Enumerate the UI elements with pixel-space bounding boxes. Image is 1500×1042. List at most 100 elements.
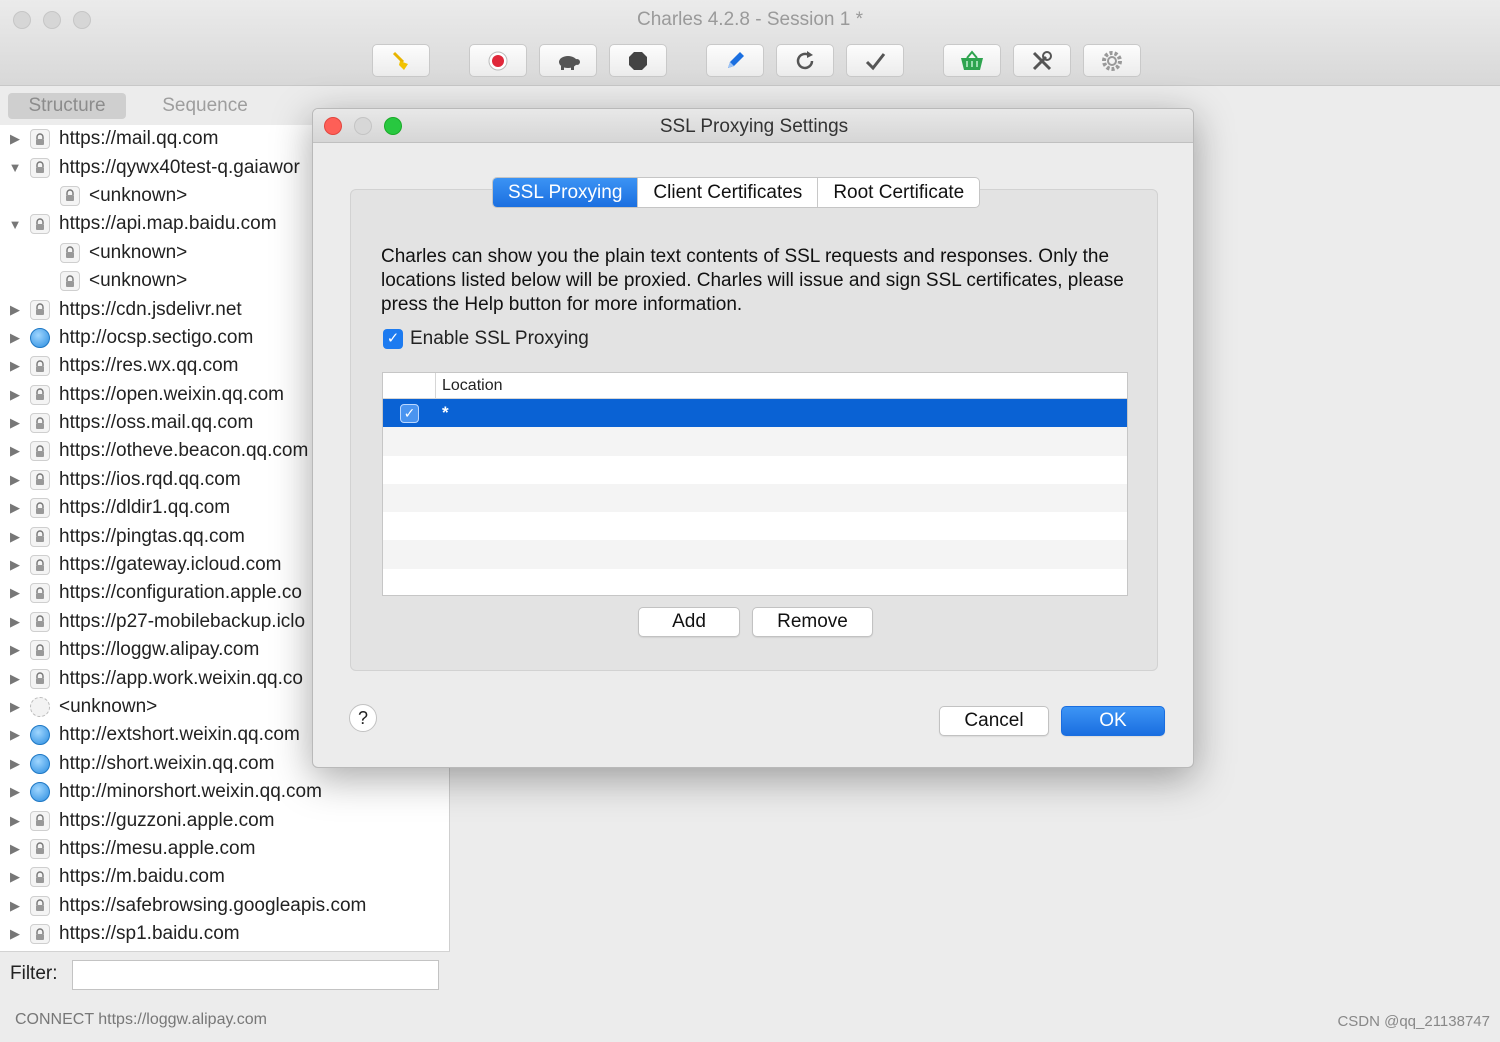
disclosure-collapsed-icon[interactable]: ▶ (0, 727, 30, 743)
disclosure-collapsed-icon[interactable]: ▶ (0, 330, 30, 346)
tree-host-row[interactable]: ▶ https://m.baidu.com (0, 863, 450, 891)
lock-icon (30, 214, 50, 235)
ssl-proxying-settings-dialog: SSL Proxying Settings SSL Proxying Clien… (312, 108, 1194, 768)
clear-session-button[interactable] (372, 44, 430, 77)
lock-icon (30, 469, 50, 490)
lock-icon (60, 271, 80, 292)
repeat-button[interactable] (776, 44, 834, 77)
empty-table-row (383, 427, 1127, 456)
filter-input[interactable] (72, 960, 439, 990)
disclosure-collapsed-icon[interactable]: ▶ (0, 557, 30, 573)
disclosure-collapsed-icon[interactable]: ▶ (0, 387, 30, 403)
tree-row-label: http://short.weixin.qq.com (59, 752, 275, 774)
disclosure-collapsed-icon[interactable]: ▶ (0, 671, 30, 687)
checkbox-column-header[interactable] (383, 373, 436, 398)
breakpoints-button[interactable] (609, 44, 667, 77)
lock-icon (30, 356, 50, 377)
enable-ssl-proxying-checkbox[interactable]: ✓ Enable SSL Proxying (383, 328, 589, 350)
tree-row-label: <unknown> (59, 696, 158, 717)
checkbox-check-icon: ✓ (383, 329, 403, 349)
globe-icon (30, 725, 50, 746)
disclosure-collapsed-icon[interactable]: ▶ (0, 500, 30, 516)
tree-row-label: https://api.map.baidu.com (59, 213, 277, 235)
lock-icon (60, 185, 80, 206)
status-text: CONNECT https://loggw.alipay.com (15, 1011, 267, 1028)
table-header: Location (383, 373, 1127, 399)
tree-row-label: https://ios.rqd.qq.com (59, 468, 241, 490)
lock-icon (30, 895, 50, 916)
lock-icon (30, 924, 50, 945)
lock-icon (30, 299, 50, 320)
dialog-title: SSL Proxying Settings (659, 116, 849, 137)
basket-icon (961, 49, 983, 70)
tab-root-certificate[interactable]: Root Certificate (818, 178, 979, 207)
tree-row-label: http://minorshort.weixin.qq.com (59, 781, 322, 803)
lock-icon (30, 413, 50, 434)
record-button[interactable] (469, 44, 527, 77)
disclosure-collapsed-icon[interactable]: ▶ (0, 869, 30, 885)
help-button[interactable]: ? (349, 704, 377, 732)
lock-icon (30, 640, 50, 661)
disclosure-collapsed-icon[interactable]: ▶ (0, 443, 30, 459)
remove-location-button[interactable]: Remove (752, 607, 873, 637)
add-location-button[interactable]: Add (638, 607, 740, 637)
status-bar: CONNECT https://loggw.alipay.com CSDN @q… (0, 1000, 1500, 1042)
disclosure-collapsed-icon[interactable]: ▶ (0, 614, 30, 630)
tree-host-row[interactable]: ▶ https://safebrowsing.googleapis.com (0, 892, 450, 920)
empty-table-row (383, 456, 1127, 484)
tab-structure[interactable]: Structure (8, 93, 126, 119)
lock-icon (30, 384, 50, 405)
disclosure-collapsed-icon[interactable]: ▶ (0, 472, 30, 488)
tree-host-row[interactable]: ▶ https://mesu.apple.com (0, 835, 450, 863)
lock-icon (30, 611, 50, 632)
enable-ssl-proxying-label: Enable SSL Proxying (410, 328, 589, 349)
tree-row-label: https://qywx40test-q.gaiawor (59, 156, 300, 178)
disclosure-collapsed-icon[interactable]: ▶ (0, 699, 30, 715)
throttle-button[interactable] (539, 44, 597, 77)
location-column-header[interactable]: Location (436, 373, 503, 398)
dialog-titlebar: SSL Proxying Settings (313, 109, 1193, 143)
disclosure-collapsed-icon[interactable]: ▶ (0, 813, 30, 829)
ok-button[interactable]: OK (1061, 706, 1165, 736)
tree-row-label: https://p27-mobilebackup.iclo (59, 610, 306, 632)
lock-icon (30, 668, 50, 689)
lock-icon (30, 555, 50, 576)
tab-sequence[interactable]: Sequence (146, 93, 264, 119)
tab-client-certificates[interactable]: Client Certificates (638, 178, 819, 207)
disclosure-collapsed-icon[interactable]: ▶ (0, 841, 30, 857)
broom-icon (392, 51, 408, 70)
tree-host-row[interactable]: ▶ https://guzzoni.apple.com (0, 806, 450, 834)
disclosure-collapsed-icon[interactable]: ▶ (0, 784, 30, 800)
settings-button[interactable] (1083, 44, 1141, 77)
tree-row-label: https://loggw.alipay.com (59, 639, 260, 661)
disclosure-collapsed-icon[interactable]: ▶ (0, 926, 30, 942)
tree-row-label: https://m.baidu.com (59, 866, 225, 888)
validate-button[interactable] (846, 44, 904, 77)
table-row[interactable]: ✓ * (383, 399, 1127, 428)
turtle-icon (559, 55, 580, 70)
disclosure-collapsed-icon[interactable]: ▶ (0, 131, 30, 147)
disclosure-collapsed-icon[interactable]: ▶ (0, 415, 30, 431)
compose-button[interactable] (706, 44, 764, 77)
disclosure-collapsed-icon[interactable]: ▶ (0, 302, 30, 318)
disclosure-expanded-icon[interactable]: ▼ (0, 217, 30, 232)
watermark-text: CSDN @qq_21138747 (1337, 1013, 1490, 1030)
disclosure-collapsed-icon[interactable]: ▶ (0, 358, 30, 374)
disclosure-expanded-icon[interactable]: ▼ (0, 160, 30, 175)
tree-row-label: https://app.work.weixin.qq.co (59, 667, 303, 689)
lock-icon (30, 583, 50, 604)
disclosure-collapsed-icon[interactable]: ▶ (0, 642, 30, 658)
tree-host-row[interactable]: ▶ https://sp1.baidu.com (0, 920, 450, 948)
tab-ssl-proxying[interactable]: SSL Proxying (493, 178, 639, 207)
tree-row-label: http://extshort.weixin.qq.com (59, 724, 300, 746)
disclosure-collapsed-icon[interactable]: ▶ (0, 756, 30, 772)
tools-button[interactable] (1013, 44, 1071, 77)
disclosure-collapsed-icon[interactable]: ▶ (0, 585, 30, 601)
tree-row-label: https://configuration.apple.co (59, 582, 302, 604)
tree-host-row[interactable]: ▶ http://minorshort.weixin.qq.com (0, 778, 450, 806)
cancel-button[interactable]: Cancel (939, 706, 1049, 736)
row-enabled-checkbox[interactable]: ✓ (383, 403, 436, 423)
disclosure-collapsed-icon[interactable]: ▶ (0, 898, 30, 914)
shop-button[interactable] (943, 44, 1001, 77)
disclosure-collapsed-icon[interactable]: ▶ (0, 529, 30, 545)
